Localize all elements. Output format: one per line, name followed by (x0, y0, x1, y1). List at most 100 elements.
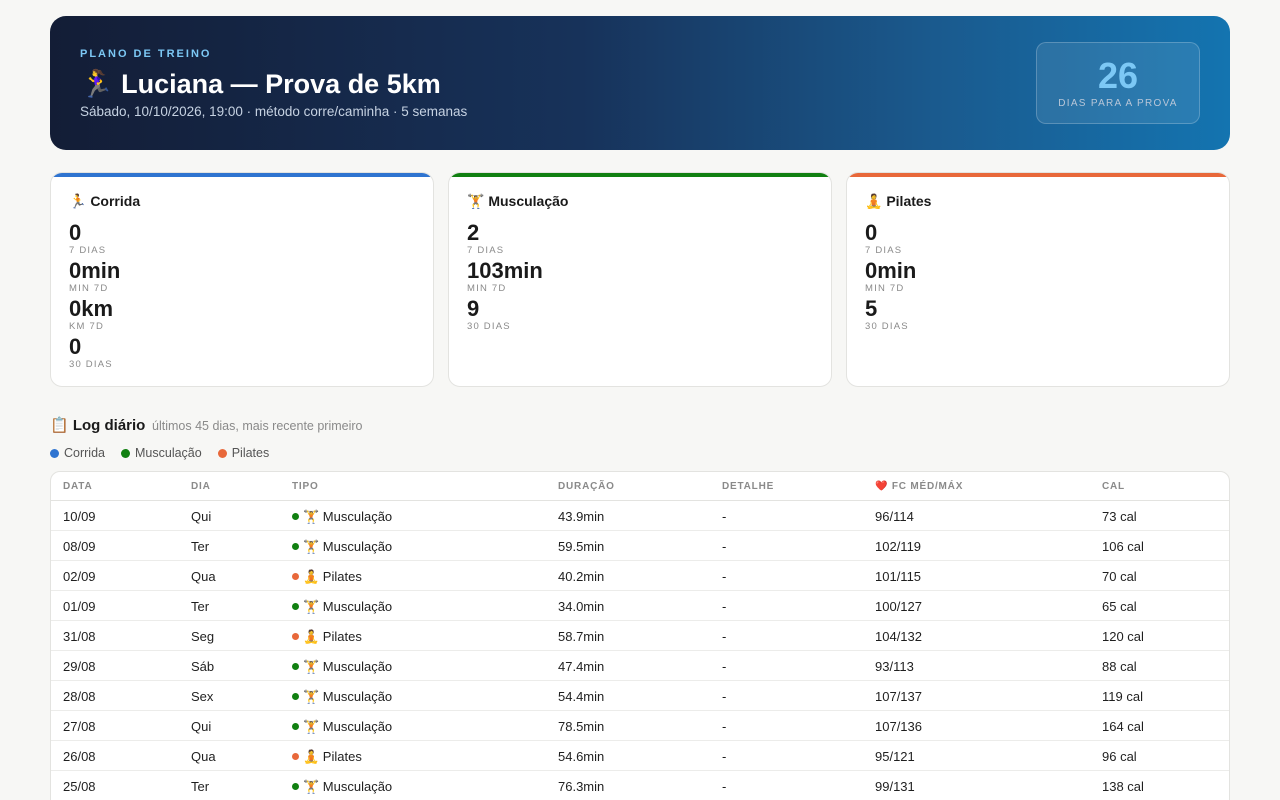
table-row[interactable]: 28/08 Sex 🏋️ Musculação 54.4min - 107/137 119 … (51, 681, 1229, 711)
cell-data: 26/08 (63, 749, 96, 764)
stat-min-7d: 0min MIN 7D (865, 259, 916, 295)
cell-detalhe: - (722, 689, 727, 704)
table-header: DATA DIA TIPO DURAÇÃO DETALHE ❤️ FC MÉD/… (51, 472, 1229, 501)
stat-min-7d: 0min MIN 7D (69, 259, 120, 295)
plan-eyebrow: PLANO DE TREINO (80, 48, 212, 60)
legend-label: Musculação (135, 446, 202, 460)
cell-fc: 99/131 (875, 779, 915, 794)
legend-dot-icon (121, 448, 130, 458)
cell-detalhe: - (722, 659, 727, 674)
type-dot-icon (292, 693, 299, 700)
card-title: 🏃 Corrida (69, 193, 141, 209)
cell-tipo: 🏋️ Musculação (292, 509, 392, 525)
legend-item-corrida: Corrida (50, 446, 105, 460)
table-row[interactable]: 02/09 Qua 🧘 Pilates 40.2min - 101/115 70 cal (51, 561, 1229, 591)
cell-data: 01/09 (63, 599, 96, 614)
type-dot-icon (292, 783, 299, 790)
cell-dia: Ter (191, 779, 210, 794)
type-dot-icon (292, 753, 299, 760)
column-header-duracao[interactable]: DURAÇÃO (558, 481, 615, 492)
cell-dia: Qui (191, 509, 212, 524)
cell-tipo: 🏋️ Musculação (292, 719, 392, 735)
stat-value: 9 (467, 296, 480, 321)
table-row[interactable]: 01/09 Ter 🏋️ Musculação 34.0min - 100/127 65 c… (51, 591, 1229, 621)
cell-detalhe: - (722, 539, 727, 554)
stat-km-7d: 0km KM 7D (69, 297, 113, 333)
card-pilates: 🧘 Pilates 0 7 DIAS 0min MIN 7D 5 30 DIAS (846, 172, 1230, 387)
column-header-dia[interactable]: DIA (191, 481, 211, 492)
cell-detalhe: - (722, 779, 727, 794)
type-label: 🏋️ Musculação (303, 539, 393, 554)
cell-fc: 100/127 (875, 599, 922, 614)
countdown-box: 26 DIAS PARA A PROVA (1036, 42, 1200, 124)
type-dot-icon (292, 573, 299, 580)
table-row[interactable]: 08/09 Ter 🏋️ Musculação 59.5min - 102/119 106 … (51, 531, 1229, 561)
cell-tipo: 🏋️ Musculação (292, 659, 392, 675)
page-title: 🏃‍♀️ Luciana — Prova de 5km (80, 69, 441, 99)
column-header-detalhe[interactable]: DETALHE (722, 481, 774, 492)
cell-dia: Seg (191, 629, 215, 644)
cell-data: 27/08 (63, 719, 96, 734)
stat-label: 7 DIAS (865, 245, 903, 256)
log-subtitle: últimos 45 dias, mais recente primeiro (152, 419, 363, 433)
cell-tipo: 🏋️ Musculação (292, 689, 392, 705)
type-label: 🧘 Pilates (303, 569, 362, 584)
cell-cal: 70 cal (1102, 569, 1137, 584)
type-dot-icon (292, 603, 299, 610)
table-row[interactable]: 27/08 Qui 🏋️ Musculação 78.5min - 107/136 164 … (51, 711, 1229, 741)
cell-cal: 88 cal (1102, 659, 1137, 674)
legend-item-musculacao: Musculação (121, 446, 202, 460)
cell-data: 10/09 (63, 509, 96, 524)
countdown-value: 26 (1097, 55, 1139, 96)
card-accent-bar (847, 173, 1229, 177)
table-row[interactable]: 26/08 Qua 🧘 Pilates 54.6min - 95/121 96 cal (51, 741, 1229, 771)
cell-cal: 119 cal (1102, 689, 1143, 704)
table-row[interactable]: 31/08 Seg 🧘 Pilates 58.7min - 104/132 120 cal (51, 621, 1229, 651)
cell-cal: 120 cal (1102, 629, 1144, 644)
column-header-cal[interactable]: CAL (1102, 481, 1125, 492)
cell-duracao: 76.3min (558, 779, 605, 794)
table-row[interactable]: 10/09 Qui 🏋️ Musculação 43.9min - 96/114 73 ca… (51, 501, 1229, 531)
stat-value: 0 (69, 220, 82, 245)
countdown-label: DIAS PARA A PROVA (1058, 98, 1178, 109)
column-header-tipo[interactable]: TIPO (292, 481, 319, 492)
stat-label: 30 DIAS (467, 321, 511, 332)
cell-dia: Qua (191, 749, 216, 764)
stat-30-dias: 9 30 DIAS (467, 297, 511, 333)
type-label: 🏋️ Musculação (303, 779, 393, 794)
cell-detalhe: - (722, 509, 727, 524)
stat-value: 5 (865, 296, 878, 321)
legend-label: Pilates (231, 446, 270, 460)
cell-duracao: 40.2min (558, 569, 605, 584)
cell-tipo: 🏋️ Musculação (292, 599, 392, 615)
stat-value: 0 (69, 334, 82, 359)
cell-fc: 107/136 (875, 719, 922, 734)
cell-dia: Qui (191, 719, 212, 734)
log-title: 📋 Log diário (50, 417, 146, 434)
cell-duracao: 34.0min (558, 599, 605, 614)
type-label: 🏋️ Musculação (303, 689, 393, 704)
stat-label: 7 DIAS (69, 245, 107, 256)
type-dot-icon (292, 633, 299, 640)
cell-fc: 107/137 (875, 689, 922, 704)
cell-duracao: 47.4min (558, 659, 605, 674)
legend-item-pilates: Pilates (217, 446, 270, 460)
stat-label: MIN 7D (467, 283, 507, 294)
stat-label: KM 7D (69, 321, 105, 332)
cell-data: 02/09 (63, 569, 96, 584)
cell-duracao: 54.4min (558, 689, 605, 704)
table-row[interactable]: 25/08 Ter 🏋️ Musculação 76.3min - 99/131 138 c… (51, 771, 1229, 800)
cell-cal: 164 cal (1102, 719, 1144, 734)
column-header-fc[interactable]: ❤️ FC MÉD/MÁX (875, 481, 963, 492)
column-header-data[interactable]: DATA (63, 481, 93, 492)
cell-duracao: 54.6min (558, 749, 605, 764)
stat-value: 0km (69, 296, 114, 321)
stat-value: 2 (467, 220, 480, 245)
cell-data: 28/08 (63, 689, 96, 704)
type-label: 🏋️ Musculação (303, 509, 393, 524)
table-row[interactable]: 29/08 Sáb 🏋️ Musculação 47.4min - 93/113 88 ca… (51, 651, 1229, 681)
stat-label: 30 DIAS (69, 359, 113, 370)
cell-fc: 101/115 (875, 569, 922, 584)
log-table: DATA DIA TIPO DURAÇÃO DETALHE ❤️ FC MÉD/… (50, 471, 1230, 800)
cell-cal: 73 cal (1102, 509, 1137, 524)
